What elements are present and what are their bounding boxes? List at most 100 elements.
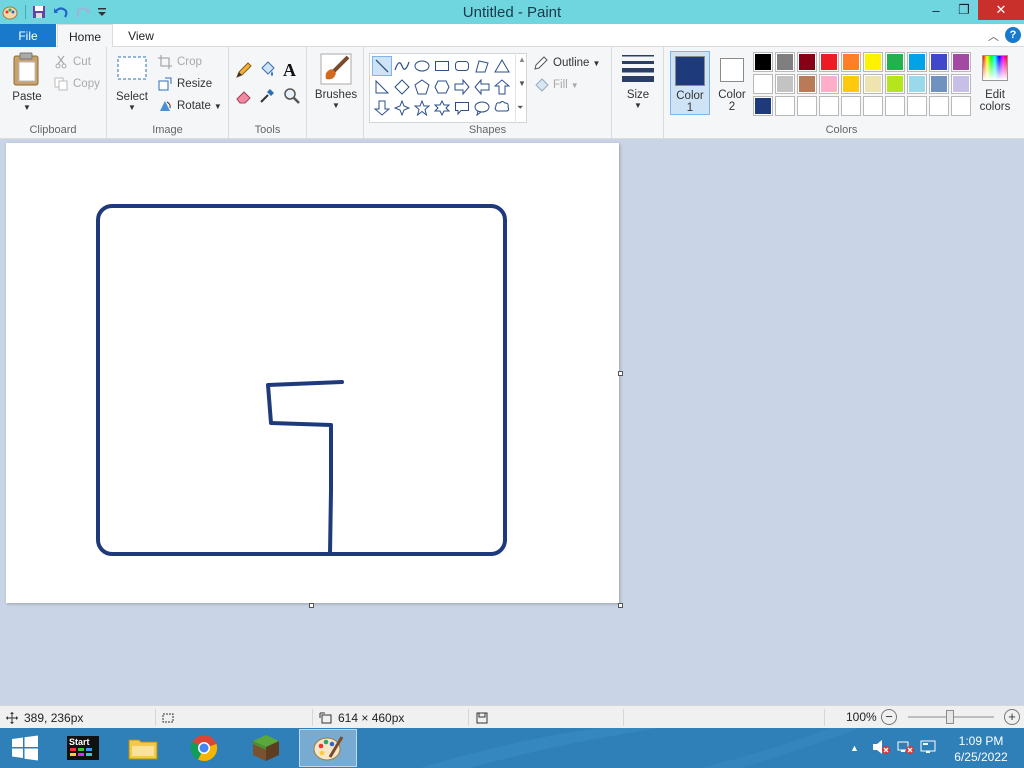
help-button[interactable]: ? bbox=[1005, 27, 1021, 43]
polygon-shape-icon[interactable] bbox=[472, 56, 492, 76]
palette-color-swatch[interactable] bbox=[819, 96, 839, 116]
palette-color-swatch[interactable] bbox=[775, 52, 795, 72]
eraser-icon[interactable] bbox=[235, 87, 255, 107]
scroll-up-icon[interactable]: ▲ bbox=[518, 55, 526, 64]
line-shape-icon[interactable] bbox=[372, 56, 392, 76]
resize-button[interactable]: Resize bbox=[157, 76, 212, 92]
canvas-resize-handle-right[interactable] bbox=[618, 371, 623, 376]
down-arrow-shape-icon[interactable] bbox=[372, 98, 392, 118]
collapse-ribbon-icon[interactable]: ︿ bbox=[988, 28, 999, 44]
shapes-gallery-scroll[interactable]: ▲ ▼ ⏷ bbox=[515, 53, 527, 123]
hexagon-shape-icon[interactable] bbox=[432, 77, 452, 97]
four-point-star-shape-icon[interactable] bbox=[392, 98, 412, 118]
maximize-button[interactable]: ❐ bbox=[950, 0, 978, 20]
taskbar-file-explorer[interactable] bbox=[114, 729, 172, 767]
rotate-button[interactable]: Rotate ▼ bbox=[157, 98, 222, 114]
palette-color-swatch[interactable] bbox=[863, 96, 883, 116]
size-button[interactable]: Size ▼ bbox=[618, 53, 658, 110]
palette-color-swatch[interactable] bbox=[797, 96, 817, 116]
action-center-icon[interactable] bbox=[920, 739, 936, 758]
copy-button[interactable]: Copy bbox=[53, 76, 100, 92]
taskbar-paint[interactable] bbox=[299, 729, 357, 767]
paste-button[interactable]: Paste ▼ bbox=[6, 51, 48, 112]
network-disconnected-icon[interactable] bbox=[896, 739, 914, 758]
palette-color-swatch[interactable] bbox=[951, 52, 971, 72]
rect-callout-shape-icon[interactable] bbox=[452, 98, 472, 118]
tab-file[interactable]: File bbox=[0, 24, 56, 47]
color-picker-icon[interactable] bbox=[258, 87, 278, 107]
canvas-resize-handle-bottom[interactable] bbox=[309, 603, 314, 608]
palette-color-swatch[interactable] bbox=[863, 52, 883, 72]
six-point-star-shape-icon[interactable] bbox=[432, 98, 452, 118]
palette-color-swatch[interactable] bbox=[753, 96, 773, 116]
crop-button[interactable]: Crop bbox=[157, 54, 202, 70]
rounded-rectangle-shape-icon[interactable] bbox=[452, 56, 472, 76]
color-1-slot[interactable]: Color 1 bbox=[670, 51, 710, 115]
zoom-in-button[interactable]: + bbox=[1004, 709, 1020, 725]
taskbar-minecraft[interactable] bbox=[237, 729, 295, 767]
palette-color-swatch[interactable] bbox=[841, 74, 861, 94]
palette-color-swatch[interactable] bbox=[841, 96, 861, 116]
palette-color-swatch[interactable] bbox=[907, 96, 927, 116]
taskbar-chrome[interactable] bbox=[175, 729, 233, 767]
palette-color-swatch[interactable] bbox=[797, 74, 817, 94]
palette-color-swatch[interactable] bbox=[929, 96, 949, 116]
palette-color-swatch[interactable] bbox=[907, 74, 927, 94]
scroll-down-icon[interactable]: ▼ bbox=[518, 79, 526, 88]
palette-color-swatch[interactable] bbox=[885, 52, 905, 72]
palette-color-swatch[interactable] bbox=[797, 52, 817, 72]
palette-color-swatch[interactable] bbox=[819, 52, 839, 72]
five-point-star-shape-icon[interactable] bbox=[412, 98, 432, 118]
palette-color-swatch[interactable] bbox=[929, 74, 949, 94]
curve-shape-icon[interactable] bbox=[392, 56, 412, 76]
select-button[interactable]: Select ▼ bbox=[113, 55, 151, 112]
right-triangle-shape-icon[interactable] bbox=[372, 77, 392, 97]
zoom-out-button[interactable]: − bbox=[881, 709, 897, 725]
pencil-icon[interactable] bbox=[235, 61, 255, 81]
palette-color-swatch[interactable] bbox=[753, 52, 773, 72]
edit-colors-button[interactable]: Edit colors bbox=[974, 51, 1016, 115]
palette-color-swatch[interactable] bbox=[863, 74, 883, 94]
magnifier-icon[interactable] bbox=[283, 87, 303, 107]
close-button[interactable]: ✕ bbox=[978, 0, 1024, 20]
show-hidden-icons-icon[interactable]: ▲ bbox=[850, 743, 864, 753]
palette-color-swatch[interactable] bbox=[841, 52, 861, 72]
canvas-resize-handle-corner[interactable] bbox=[618, 603, 623, 608]
minimize-button[interactable]: – bbox=[922, 0, 950, 20]
drawing-canvas[interactable] bbox=[6, 143, 619, 603]
more-shapes-icon[interactable]: ⏷ bbox=[517, 103, 523, 113]
cut-button[interactable]: Cut bbox=[53, 54, 91, 70]
oval-callout-shape-icon[interactable] bbox=[472, 98, 492, 118]
diamond-shape-icon[interactable] bbox=[392, 77, 412, 97]
tab-view[interactable]: View bbox=[115, 24, 167, 48]
palette-color-swatch[interactable] bbox=[885, 96, 905, 116]
right-arrow-shape-icon[interactable] bbox=[452, 77, 472, 97]
palette-color-swatch[interactable] bbox=[775, 96, 795, 116]
rectangle-shape-icon[interactable] bbox=[432, 56, 452, 76]
palette-color-swatch[interactable] bbox=[819, 74, 839, 94]
cloud-callout-shape-icon[interactable] bbox=[492, 98, 512, 118]
outline-button[interactable]: Outline ▼ bbox=[533, 55, 600, 71]
up-arrow-shape-icon[interactable] bbox=[492, 77, 512, 97]
brushes-button[interactable]: Brushes ▼ bbox=[313, 53, 359, 110]
speaker-muted-icon[interactable] bbox=[872, 739, 890, 758]
oval-shape-icon[interactable] bbox=[412, 56, 432, 76]
palette-color-swatch[interactable] bbox=[885, 74, 905, 94]
palette-color-swatch[interactable] bbox=[951, 74, 971, 94]
triangle-shape-icon[interactable] bbox=[492, 56, 512, 76]
taskbar-clock[interactable]: 1:09 PM 6/25/2022 bbox=[950, 733, 1012, 765]
zoom-slider-thumb[interactable] bbox=[946, 710, 954, 724]
fill-bucket-icon[interactable] bbox=[258, 61, 278, 81]
palette-color-swatch[interactable] bbox=[951, 96, 971, 116]
text-tool-icon[interactable]: A bbox=[283, 60, 303, 80]
palette-color-swatch[interactable] bbox=[775, 74, 795, 94]
fill-button[interactable]: Fill ▼ bbox=[533, 77, 579, 93]
palette-color-swatch[interactable] bbox=[753, 74, 773, 94]
palette-color-swatch[interactable] bbox=[907, 52, 927, 72]
pentagon-shape-icon[interactable] bbox=[412, 77, 432, 97]
start-button[interactable] bbox=[0, 728, 50, 768]
taskbar-start-app[interactable]: Start bbox=[54, 729, 112, 767]
palette-color-swatch[interactable] bbox=[929, 52, 949, 72]
left-arrow-shape-icon[interactable] bbox=[472, 77, 492, 97]
color-2-slot[interactable]: Color 2 bbox=[712, 51, 752, 115]
